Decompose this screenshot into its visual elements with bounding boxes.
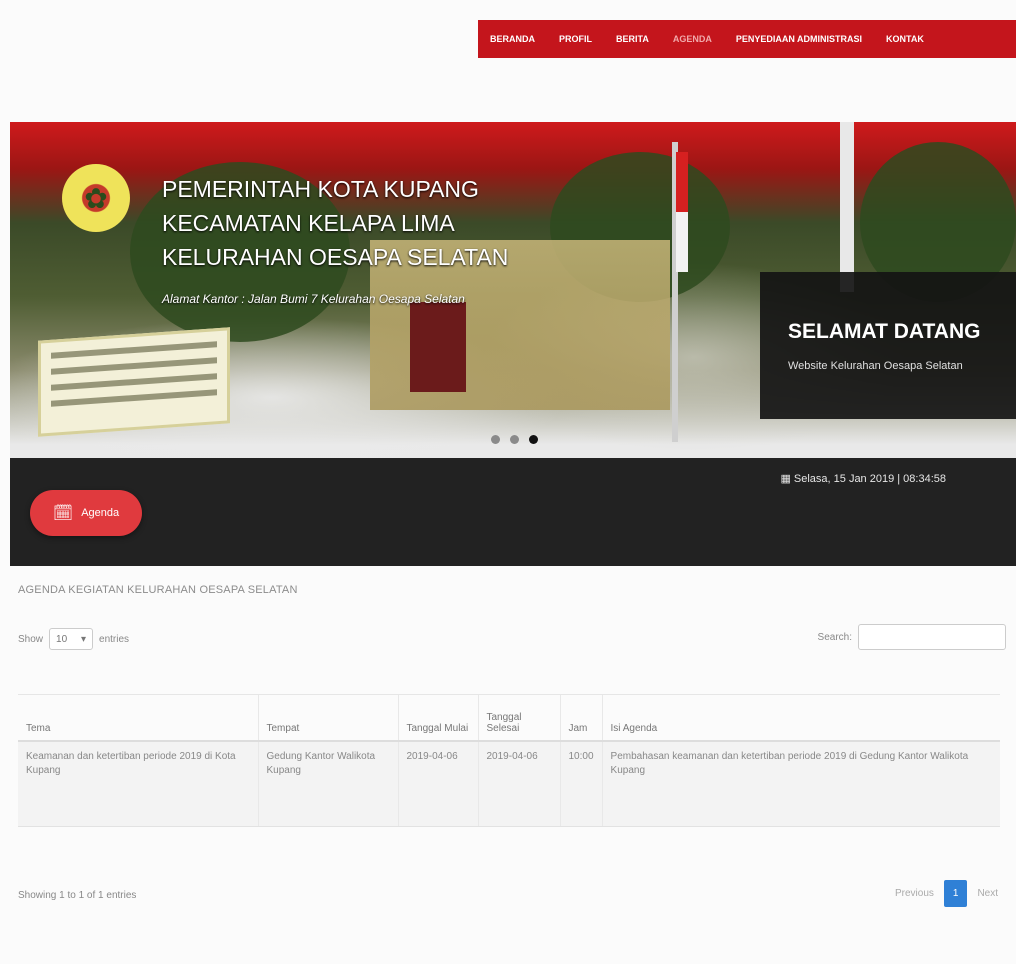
slider-indicators [491,435,538,444]
info-band: ▦ Selasa, 15 Jan 2019 | 08:34:58 🗓 Agend… [10,458,1016,566]
entries-select[interactable]: 10 ▾ [49,628,94,650]
date-time-text: Selasa, 15 Jan 2019 | 08:34:58 [793,473,946,485]
section-title: AGENDA KEGIATAN KELURAHAN OESAPA SELATAN [18,584,298,596]
cell-tanggal-selesai: 2019-04-06 [477,740,560,827]
date-time-display: ▦ Selasa, 15 Jan 2019 | 08:34:58 [780,472,946,485]
nav-item-kontak[interactable]: KONTAK [886,34,924,44]
previous-page-button[interactable]: Previous [889,882,940,905]
search-input[interactable] [858,624,1006,650]
welcome-box: SELAMAT DATANG Website Kelurahan Oesapa … [760,272,1016,419]
entries-select-value: 10 [56,633,68,645]
city-logo-icon: ✿ [62,164,130,232]
hero-slider: ✿ PEMERINTAH KOTA KUPANG KECAMATAN KELAP… [10,122,1016,458]
nav-item-agenda[interactable]: AGENDA [673,34,712,44]
flag-image [676,152,688,272]
table-header-row: Tema Tempat Tanggal Mulai Tanggal Selesa… [18,694,1000,742]
column-header-tanggal-selesai[interactable]: Tanggal Selesai [477,694,560,742]
current-page-button[interactable]: 1 [943,880,968,907]
table-row: Keamanan dan ketertiban periode 2019 di … [18,740,1000,827]
nav-item-berita[interactable]: BERITA [616,34,649,44]
search-label: Search: [817,631,852,643]
top-navigation: BERANDA PROFIL BERITA AGENDA PENYEDIAAN … [478,20,1016,58]
column-header-tema[interactable]: Tema [18,694,258,742]
column-header-jam[interactable]: Jam [559,694,603,742]
cell-tema: Keamanan dan ketertiban periode 2019 di … [18,740,258,827]
entries-length-control: Show 10 ▾ entries [18,628,129,650]
next-page-button[interactable]: Next [971,882,1004,905]
banner-title-line-1: PEMERINTAH KOTA KUPANG [162,176,479,202]
agenda-table: Tema Tempat Tanggal Mulai Tanggal Selesa… [18,694,1000,827]
agenda-button-label: Agenda [81,507,120,519]
cell-tempat: Gedung Kantor Walikota Kupang [257,740,398,827]
door-image [410,302,466,392]
pagination: Previous 1 Next [889,880,1004,907]
welcome-subtitle: Website Kelurahan Oesapa Selatan [788,360,963,372]
nav-item-beranda[interactable]: BERANDA [490,34,535,44]
welcome-title: SELAMAT DATANG [788,320,981,343]
show-label: Show [18,633,44,645]
column-header-isi-agenda[interactable]: Isi Agenda [601,694,1000,742]
slider-dot-2[interactable] [510,435,519,444]
entries-label: entries [99,633,130,645]
table-info: Showing 1 to 1 of 1 entries [18,890,137,901]
calendar-icon: ▦ [780,473,791,485]
search-control: Search: [818,624,1006,650]
caret-down-icon: ▾ [80,633,87,645]
office-sign-image [38,327,230,437]
cell-tanggal-mulai: 2019-04-06 [397,740,478,827]
column-header-tanggal-mulai[interactable]: Tanggal Mulai [397,694,478,742]
nav-item-profil[interactable]: PROFIL [559,34,592,44]
cell-isi-agenda: Pembahasan keamanan dan ketertiban perio… [601,740,1000,827]
calendar-icon: 🗓 [52,505,74,522]
column-image [840,122,854,292]
banner-title-line-3: KELURAHAN OESAPA SELATAN [162,244,509,270]
column-header-tempat[interactable]: Tempat [257,694,398,742]
slider-dot-3[interactable] [529,435,538,444]
cell-jam: 10:00 [559,740,603,827]
slider-dot-1[interactable] [491,435,500,444]
nav-item-penyediaan-administrasi[interactable]: PENYEDIAAN ADMINISTRASI [736,34,862,44]
agenda-button[interactable]: 🗓 Agenda [30,490,142,536]
banner-title-line-2: KECAMATAN KELAPA LIMA [162,210,455,236]
banner-address: Alamat Kantor : Jalan Bumi 7 Kelurahan O… [162,292,465,306]
